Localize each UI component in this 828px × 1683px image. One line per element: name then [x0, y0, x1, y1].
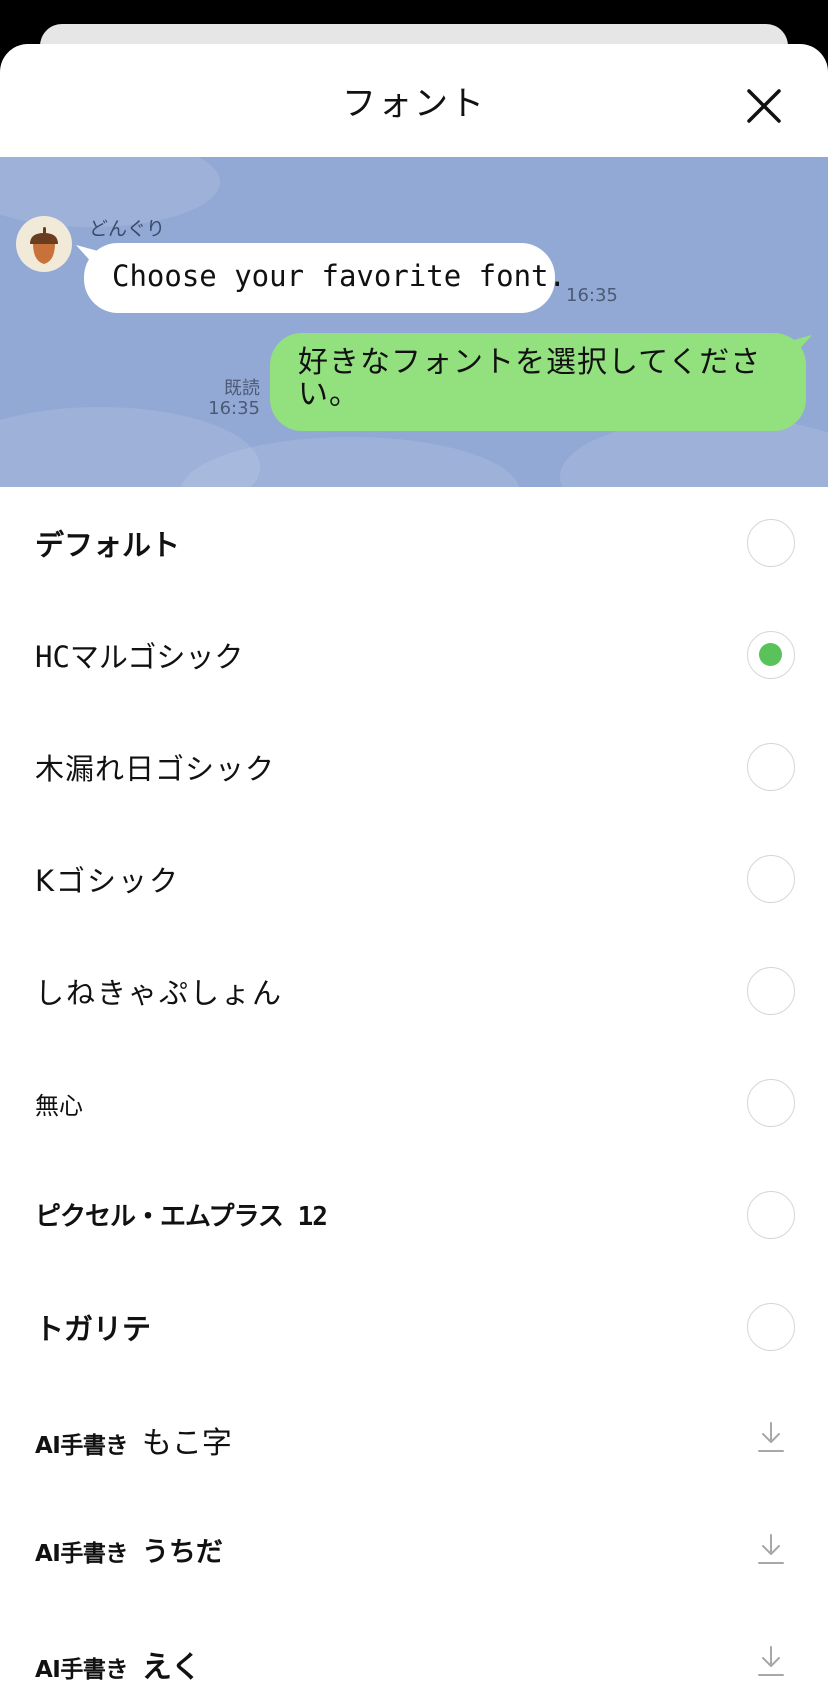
chat-preview: どんぐり Choose your favorite font. 16:35 既読… [0, 157, 828, 487]
radio-button[interactable] [747, 743, 795, 791]
sheet-header: フォント [0, 44, 828, 157]
download-button[interactable] [756, 1532, 786, 1570]
incoming-timestamp: 16:35 [566, 285, 618, 306]
font-option-label: Kゴシック [35, 864, 181, 898]
radio-button[interactable] [747, 967, 795, 1015]
page-title: フォント [342, 84, 486, 124]
acorn-icon [30, 227, 58, 264]
radio-button[interactable] [747, 1303, 795, 1351]
download-icon [758, 1646, 784, 1676]
font-option-ai-eku[interactable]: AI手書き えく [0, 1607, 828, 1683]
font-option-komorebi-gothic[interactable]: 木漏れ日ゴシック [0, 711, 828, 823]
read-receipt: 既読 16:35 [196, 379, 260, 419]
close-icon [747, 89, 781, 123]
font-option-togarite[interactable]: トガリテ [0, 1271, 828, 1383]
outgoing-message-bubble: 好きなフォントを選択してください。 [270, 333, 806, 431]
close-button[interactable] [740, 82, 788, 130]
font-option-name: うちだ [141, 1537, 223, 1568]
outgoing-timestamp: 16:35 [208, 398, 260, 419]
radio-button[interactable] [747, 1079, 795, 1127]
font-option-label: AI手書き うちだ [35, 1530, 223, 1569]
ai-handwriting-tag: AI手書き [35, 1657, 128, 1683]
font-option-label: AI手書き もこ字 [35, 1418, 232, 1462]
download-icon [758, 1422, 784, 1452]
font-option-name: もこ字 [141, 1426, 232, 1461]
font-option-label: AI手書き えく [35, 1642, 201, 1683]
font-option-label: HCマルゴシック [35, 640, 244, 674]
ai-handwriting-tag: AI手書き [35, 1541, 128, 1567]
font-option-mushin[interactable]: 無心 [0, 1047, 828, 1159]
font-option-ai-uchida[interactable]: AI手書き うちだ [0, 1495, 828, 1607]
font-option-default[interactable]: デフォルト [0, 487, 828, 599]
font-option-label: 無心 [35, 1092, 83, 1120]
radio-button-selected[interactable] [747, 631, 795, 679]
font-sheet: フォント どんぐり Choose your favorite font. 16:… [0, 44, 828, 1683]
font-option-k-gothic[interactable]: Kゴシック [0, 823, 828, 935]
download-button[interactable] [756, 1644, 786, 1682]
font-option-label: 木漏れ日ゴシック [35, 752, 276, 786]
sender-name: どんぐり [89, 218, 166, 240]
font-list: デフォルト HCマルゴシック 木漏れ日ゴシック Kゴシック しねきゃぷしょん 無… [0, 487, 828, 1683]
font-option-label: トガリテ [35, 1312, 152, 1346]
download-button[interactable] [756, 1420, 786, 1458]
radio-button[interactable] [747, 519, 795, 567]
font-option-pixel-mplus-12[interactable]: ピクセル・エムプラス 12 [0, 1159, 828, 1271]
font-option-label: デフォルト [35, 528, 181, 562]
font-option-label: ピクセル・エムプラス 12 [35, 1202, 328, 1232]
font-option-hc-maru-gothic[interactable]: HCマルゴシック [0, 599, 828, 711]
read-label: 既読 [224, 378, 260, 399]
ai-handwriting-tag: AI手書き [35, 1433, 128, 1459]
download-icon [758, 1534, 784, 1564]
font-option-name: えく [141, 1650, 201, 1683]
incoming-message-bubble: Choose your favorite font. [84, 243, 566, 313]
avatar [16, 216, 72, 272]
radio-button[interactable] [747, 855, 795, 903]
outgoing-bubble-tail [790, 335, 812, 355]
font-option-ai-mokoji[interactable]: AI手書き もこ字 [0, 1383, 828, 1495]
font-option-label: しねきゃぷしょん [35, 976, 284, 1010]
font-option-cinecaption[interactable]: しねきゃぷしょん [0, 935, 828, 1047]
radio-button[interactable] [747, 1191, 795, 1239]
